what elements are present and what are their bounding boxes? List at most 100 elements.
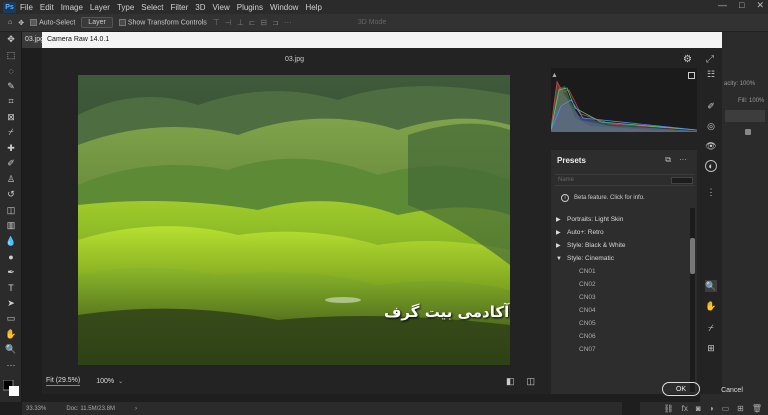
grid-icon[interactable]: ⊞	[705, 342, 717, 354]
align-center-icon[interactable]: ⊟	[260, 18, 267, 27]
more-tools-icon[interactable]: ···	[0, 358, 22, 374]
compare-view-icon[interactable]: ◫	[526, 376, 535, 387]
marquee-tool-icon[interactable]: ⬚	[0, 48, 22, 64]
ok-button[interactable]: OK	[662, 382, 700, 396]
presets-more-icon[interactable]: ···	[679, 155, 687, 165]
align-middle-icon[interactable]: ⊣	[225, 18, 232, 27]
preset-item[interactable]: CN01	[551, 265, 689, 278]
more-icon[interactable]: ···	[284, 18, 292, 27]
single-view-icon[interactable]: ◧	[506, 376, 515, 387]
masking-icon[interactable]: ◎	[705, 120, 717, 132]
opacity-value[interactable]: 100%	[740, 81, 755, 87]
presets-scrollbar[interactable]	[690, 208, 695, 392]
zoom-tool-icon[interactable]: 🔍	[0, 342, 22, 358]
new-layer-icon[interactable]: ⊞	[737, 404, 744, 413]
sampler-icon[interactable]: ⌿	[705, 322, 717, 334]
path-select-icon[interactable]: ➤	[0, 296, 22, 312]
history-brush-icon[interactable]: ↺	[0, 187, 22, 203]
color-swatches-icon[interactable]	[0, 373, 22, 403]
menu-3d[interactable]: 3D	[195, 3, 205, 12]
layer-row[interactable]	[725, 110, 765, 122]
new-preset-icon[interactable]: ⧉	[665, 155, 671, 165]
shape-tool-icon[interactable]: ▭	[0, 311, 22, 327]
menu-plugins[interactable]: Plugins	[237, 3, 263, 12]
preset-item[interactable]: CN07	[551, 343, 689, 356]
gear-icon[interactable]: ⚙	[683, 54, 692, 65]
align-left-icon[interactable]: ⊏	[249, 18, 256, 27]
menu-help[interactable]: Help	[305, 3, 321, 12]
layer-select[interactable]: Layer	[81, 17, 113, 28]
menu-image[interactable]: Image	[61, 3, 83, 12]
quick-select-tool-icon[interactable]: ✎	[0, 79, 22, 95]
align-bottom-icon[interactable]: ⊥	[237, 18, 244, 27]
fx-icon[interactable]: fx	[682, 404, 688, 413]
close-button[interactable]: ✕	[756, 0, 764, 11]
gradient-tool-icon[interactable]: ▥	[0, 218, 22, 234]
menu-window[interactable]: Window	[270, 3, 298, 12]
preset-item[interactable]: CN05	[551, 317, 689, 330]
move-tool-icon[interactable]: ✥	[0, 32, 22, 48]
link-layers-icon[interactable]: ⛓	[664, 404, 674, 413]
zoom-icon[interactable]: 🔍	[705, 280, 717, 292]
preset-item[interactable]: CN06	[551, 330, 689, 343]
more-options-icon[interactable]: ⋮	[705, 186, 717, 198]
cancel-button[interactable]: Cancel	[717, 383, 747, 397]
preset-group-black-white[interactable]: ▶ Style: Black & White	[551, 239, 689, 252]
preset-item[interactable]: CN02	[551, 278, 689, 291]
maximize-button[interactable]: □	[739, 0, 744, 11]
healing-icon[interactable]: ✐	[705, 100, 717, 112]
red-eye-icon[interactable]: 👁	[705, 140, 717, 152]
zoom-percent[interactable]: 100%	[96, 378, 114, 385]
menu-view[interactable]: View	[213, 3, 230, 12]
edit-sliders-icon[interactable]: ☷	[705, 68, 717, 80]
shadow-clip-icon[interactable]: ▲	[551, 72, 558, 79]
type-tool-icon[interactable]: T	[0, 280, 22, 296]
presets-icon[interactable]: ◐	[705, 160, 717, 172]
menu-filter[interactable]: Filter	[171, 3, 189, 12]
menu-edit[interactable]: Edit	[40, 3, 54, 12]
hand-icon[interactable]: ✋	[705, 300, 717, 312]
pen-tool-icon[interactable]: ✒	[0, 265, 22, 281]
eraser-tool-icon[interactable]: ◫	[0, 203, 22, 219]
status-arrow-icon[interactable]: ›	[135, 406, 137, 412]
zoom-dropdown-icon[interactable]: ⌄	[118, 378, 123, 385]
preset-group-portraits[interactable]: ▶ Portraits: Light Skin	[551, 213, 689, 226]
highlight-clip-icon[interactable]	[688, 72, 695, 79]
crop-tool-icon[interactable]: ⌗	[0, 94, 22, 110]
show-transform-checkbox[interactable]: Show Transform Controls	[118, 18, 207, 26]
minimize-button[interactable]: —	[718, 0, 727, 11]
trash-icon[interactable]: 🗑	[752, 404, 762, 413]
frame-tool-icon[interactable]: ⊠	[0, 110, 22, 126]
align-top-icon[interactable]: ⊤	[213, 18, 220, 27]
expand-icon[interactable]: ⤢	[706, 54, 714, 65]
preset-item[interactable]: CN04	[551, 304, 689, 317]
auto-select-checkbox[interactable]: Auto-Select	[30, 18, 75, 26]
scrollbar-thumb[interactable]	[690, 238, 695, 274]
fit-zoom-label[interactable]: Fit (29.5%)	[46, 377, 81, 386]
beta-notice[interactable]: i Beta feature. Click for info.	[555, 192, 695, 204]
mask-icon[interactable]: ◙	[696, 404, 701, 413]
brush-tool-icon[interactable]: ✐	[0, 156, 22, 172]
image-preview[interactable]: آکادمی بیت گرف	[78, 75, 510, 365]
home-icon[interactable]: ⌂	[8, 19, 12, 26]
preset-group-cinematic[interactable]: ▼ Style: Cinematic	[551, 252, 689, 265]
preset-name-field[interactable]	[671, 177, 693, 184]
healing-tool-icon[interactable]: ✚	[0, 141, 22, 157]
dodge-tool-icon[interactable]: ●	[0, 249, 22, 265]
adjustment-layer-icon[interactable]: ◑	[709, 404, 714, 413]
menu-layer[interactable]: Layer	[90, 3, 110, 12]
hand-tool-icon[interactable]: ✋	[0, 327, 22, 343]
fill-value[interactable]: 100%	[749, 98, 764, 104]
zoom-status[interactable]: 33.33%	[26, 406, 46, 412]
blur-tool-icon[interactable]: 💧	[0, 234, 22, 250]
group-icon[interactable]: ▭	[722, 404, 730, 413]
menu-select[interactable]: Select	[141, 3, 163, 12]
menu-file[interactable]: File	[20, 3, 33, 12]
preset-item[interactable]: CN03	[551, 291, 689, 304]
preset-group-auto-retro[interactable]: ▶ Auto+: Retro	[551, 226, 689, 239]
move-tool-icon[interactable]: ✥	[18, 19, 24, 27]
eyedropper-tool-icon[interactable]: ⌿	[0, 125, 22, 141]
lasso-tool-icon[interactable]: ◌	[0, 63, 22, 79]
align-right-icon[interactable]: ⊐	[272, 18, 279, 27]
stamp-tool-icon[interactable]: ♙	[0, 172, 22, 188]
